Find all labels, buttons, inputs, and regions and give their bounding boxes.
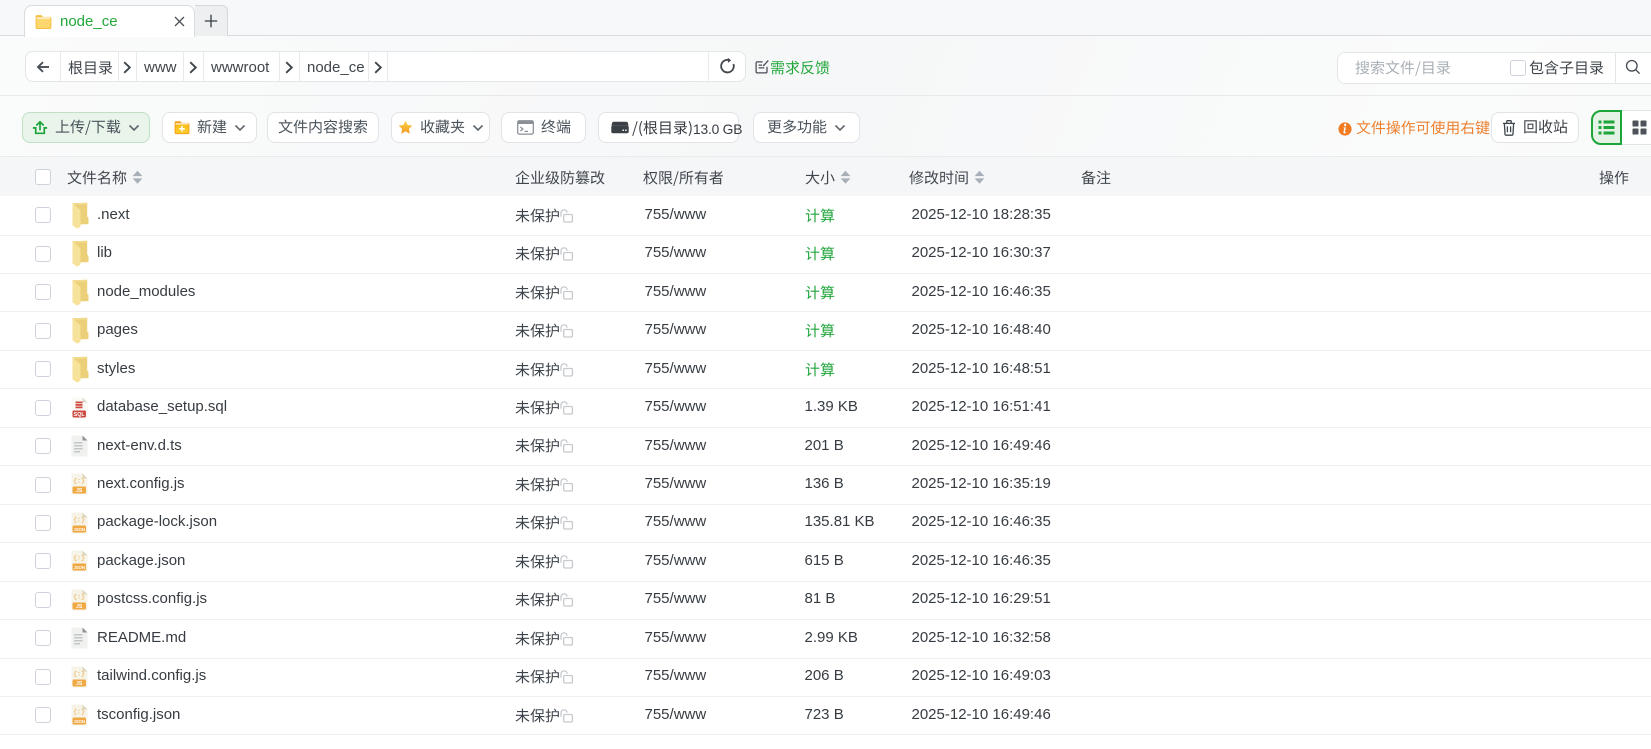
- svg-text:{:}: {:}: [73, 709, 85, 716]
- svg-text:JSON: JSON: [73, 527, 84, 532]
- svg-text:JSON: JSON: [73, 719, 84, 724]
- svg-text:{:}: {:}: [73, 517, 85, 524]
- svg-text:JSON: JSON: [73, 565, 84, 570]
- svg-text:{:}: {:}: [73, 478, 85, 485]
- svg-text:JS: JS: [76, 604, 83, 610]
- svg-text:{:}: {:}: [73, 670, 85, 677]
- svg-text:SQL: SQL: [74, 412, 86, 418]
- svg-text:{:}: {:}: [73, 555, 85, 562]
- svg-text:{:}: {:}: [73, 593, 85, 600]
- svg-text:JS: JS: [76, 681, 83, 687]
- svg-text:JS: JS: [76, 488, 83, 494]
